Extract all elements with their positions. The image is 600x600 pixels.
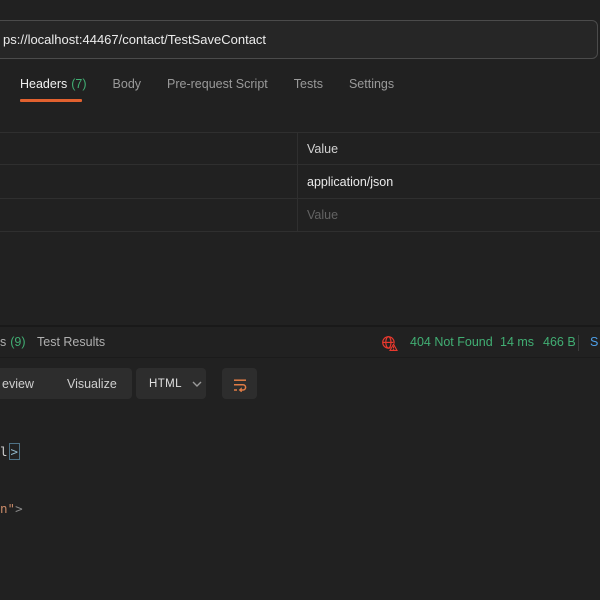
response-meta-bar: s (9) Test Results 404 Not Found 14 ms 46… — [0, 327, 600, 358]
tab-body-label: Body — [113, 77, 142, 91]
tab-settings[interactable]: Settings — [349, 77, 394, 105]
network-error-globe-icon — [381, 335, 398, 352]
url-value: ps://localhost:44467/contact/TestSaveCon… — [3, 21, 266, 58]
key-column-header — [0, 133, 298, 164]
tab-body[interactable]: Body — [113, 77, 142, 105]
table-row: Value — [0, 199, 600, 232]
new-header-value-cell[interactable]: Value — [298, 199, 600, 231]
tab-pre-request-script-label: Pre-request Script — [167, 77, 268, 91]
response-status-badge: 404 Not Found — [410, 327, 493, 358]
vertical-separator — [578, 335, 579, 351]
response-format-value: HTML — [149, 378, 182, 390]
wrap-text-icon — [232, 376, 248, 392]
code-line-empty — [0, 556, 600, 575]
header-value-cell[interactable]: application/json — [298, 165, 600, 198]
response-size: 466 B — [543, 327, 576, 358]
table-header-row: Value — [0, 133, 600, 165]
code-line: l> — [0, 442, 600, 461]
response-time: 14 ms — [500, 327, 534, 358]
tab-tests[interactable]: Tests — [294, 77, 323, 105]
headers-table: Value application/json Value — [0, 132, 600, 232]
response-view-switcher: eview Visualize — [0, 368, 132, 399]
response-body-code[interactable]: l> n"> rset="utf-8"> ror</title> ot GET … — [0, 404, 600, 600]
value-column-header: Value — [298, 133, 600, 164]
visualize-view-button[interactable]: Visualize — [67, 377, 117, 391]
wrap-lines-button[interactable] — [222, 368, 257, 399]
header-key-cell[interactable] — [0, 165, 298, 198]
code-line: n"> — [0, 499, 600, 518]
tab-headers-count: (7) — [71, 77, 86, 91]
api-client-window: ps://localhost:44467/contact/TestSaveCon… — [0, 0, 600, 600]
preview-view-button-fragment[interactable]: eview — [2, 377, 34, 391]
tab-tests-label: Tests — [294, 77, 323, 91]
tab-headers[interactable]: Headers (7) — [20, 77, 87, 105]
response-tab-test-results[interactable]: Test Results — [37, 327, 105, 358]
tab-pre-request-script[interactable]: Pre-request Script — [167, 77, 268, 105]
table-row: application/json — [0, 165, 600, 199]
request-tabs: Headers (7) Body Pre-request Script Tests… — [20, 77, 394, 105]
tab-headers-label: Headers — [20, 77, 67, 91]
new-header-key-cell[interactable] — [0, 199, 298, 231]
response-headers-count: (9) — [10, 335, 25, 349]
tab-settings-label: Settings — [349, 77, 394, 91]
response-tab-headers-label: s — [0, 335, 6, 349]
response-tab-headers-fragment[interactable]: s (9) — [0, 327, 26, 358]
response-format-dropdown[interactable]: HTML — [136, 368, 206, 399]
chevron-down-icon — [192, 381, 202, 387]
active-tab-underline — [20, 99, 82, 102]
matching-bracket-highlight: > — [9, 443, 21, 460]
save-response-button-fragment[interactable]: S — [590, 327, 598, 358]
url-input[interactable]: ps://localhost:44467/contact/TestSaveCon… — [0, 20, 598, 59]
